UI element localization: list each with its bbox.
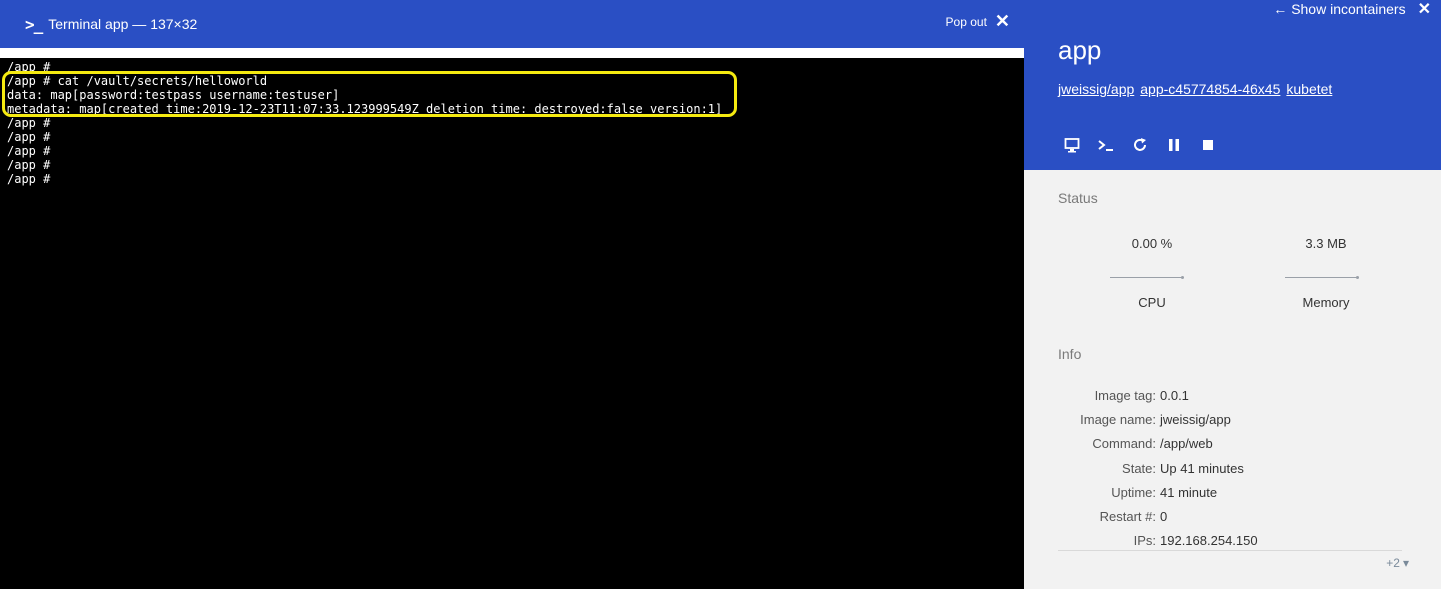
memory-value: 3.3 MB [1305,236,1347,251]
info-label: State: [1122,460,1156,476]
terminal-line: /app # cat /vault/secrets/helloworld [7,74,268,88]
container-name: app [1058,35,1102,65]
info-row-command: Command: /app/web [1024,432,1441,456]
terminal-title-group: >_ Terminal app — 137×32 [0,15,197,34]
info-row-uptime: Uptime: 41 minute [1024,480,1441,504]
info-divider [1058,550,1402,551]
info-label: Image tag: [1094,387,1156,403]
info-value: 192.168.254.150 [1160,533,1258,549]
memory-sparkline [1285,276,1359,279]
info-row-image-tag: Image tag: 0.0.1 [1024,383,1441,407]
close-icon[interactable]: ✕ [995,11,1010,32]
terminal-line: /app # [7,60,51,74]
info-value: 0 [1160,509,1168,525]
back-arrow-icon[interactable]: ← [1273,1,1287,17]
info-value: 41 minute [1160,484,1218,500]
container-links: jweissig/app app-c45774854-46x45 kubetet [1058,81,1332,97]
info-value: 0.0.1 [1160,387,1189,403]
info-value: Up 41 minutes [1160,460,1244,476]
close-icon[interactable]: ✕ [1418,0,1431,19]
popout-group: Pop out ✕ [946,11,1010,32]
pause-icon[interactable] [1164,135,1184,155]
restart-icon[interactable] [1130,135,1150,155]
show-containers-link[interactable]: Show incontainers [1291,1,1405,17]
info-rows: Image tag: 0.0.1 Image name: jweissig/ap… [1024,383,1441,553]
info-value: jweissig/app [1160,411,1231,427]
info-title: Info [1058,346,1082,362]
stop-icon[interactable] [1198,135,1218,155]
terminal-line: data: map[password:testpass username:tes… [7,88,340,102]
show-containers-group: ← Show incontainers ✕ [1273,0,1431,18]
terminal-lines: /app # /app # cat /vault/secrets/hellowo… [7,60,722,186]
terminal-output[interactable]: /app # /app # cat /vault/secrets/hellowo… [0,48,1024,589]
cpu-sparkline [1110,276,1184,279]
panel-header: ← Show incontainers ✕ app jweissig/app a… [1024,0,1441,120]
popout-button[interactable]: Pop out [946,15,987,29]
info-label: Uptime: [1111,484,1156,500]
status-title: Status [1058,190,1098,206]
chevron-down-icon: ▾ [1402,556,1409,570]
terminal-prompt-icon: >_ [25,14,43,34]
info-label: Image name: [1080,411,1156,427]
node-link[interactable]: kubetet [1286,81,1332,97]
terminal-top-band [0,48,1024,58]
info-row-image-name: Image name: jweissig/app [1024,407,1441,431]
terminal-pane: >_ Terminal app — 137×32 Pop out ✕ /app … [0,0,1024,589]
terminal-line: /app # [7,158,51,172]
info-label: IPs: [1133,533,1156,549]
container-toolbar [1024,120,1441,170]
monitor-icon[interactable] [1062,135,1082,155]
terminal-icon[interactable] [1096,135,1116,155]
memory-label: Memory [1302,295,1350,310]
image-link[interactable]: jweissig/app [1058,81,1134,97]
more-info-toggle[interactable]: +2 ▾ [1386,556,1409,570]
terminal-line: /app # [7,116,51,130]
info-value: /app/web [1160,436,1213,452]
info-label: Command: [1092,436,1156,452]
container-detail-panel: ← Show incontainers ✕ app jweissig/app a… [1024,0,1441,589]
terminal-line: /app # [7,172,51,186]
terminal-line: metadata: map[created_time:2019-12-23T11… [7,102,723,116]
cpu-value: 0.00 % [1131,236,1173,251]
info-row-restart: Restart #: 0 [1024,504,1441,528]
terminal-line: /app # [7,130,51,144]
terminal-header: >_ Terminal app — 137×32 Pop out ✕ [0,0,1024,48]
pod-link[interactable]: app-c45774854-46x45 [1140,81,1280,97]
info-row-state: State: Up 41 minutes [1024,456,1441,480]
cpu-label: CPU [1138,295,1166,310]
terminal-line: /app # [7,144,51,158]
terminal-title: Terminal app — 137×32 [48,16,198,32]
more-info-count: +2 [1386,556,1400,570]
info-label: Restart #: [1099,509,1156,525]
